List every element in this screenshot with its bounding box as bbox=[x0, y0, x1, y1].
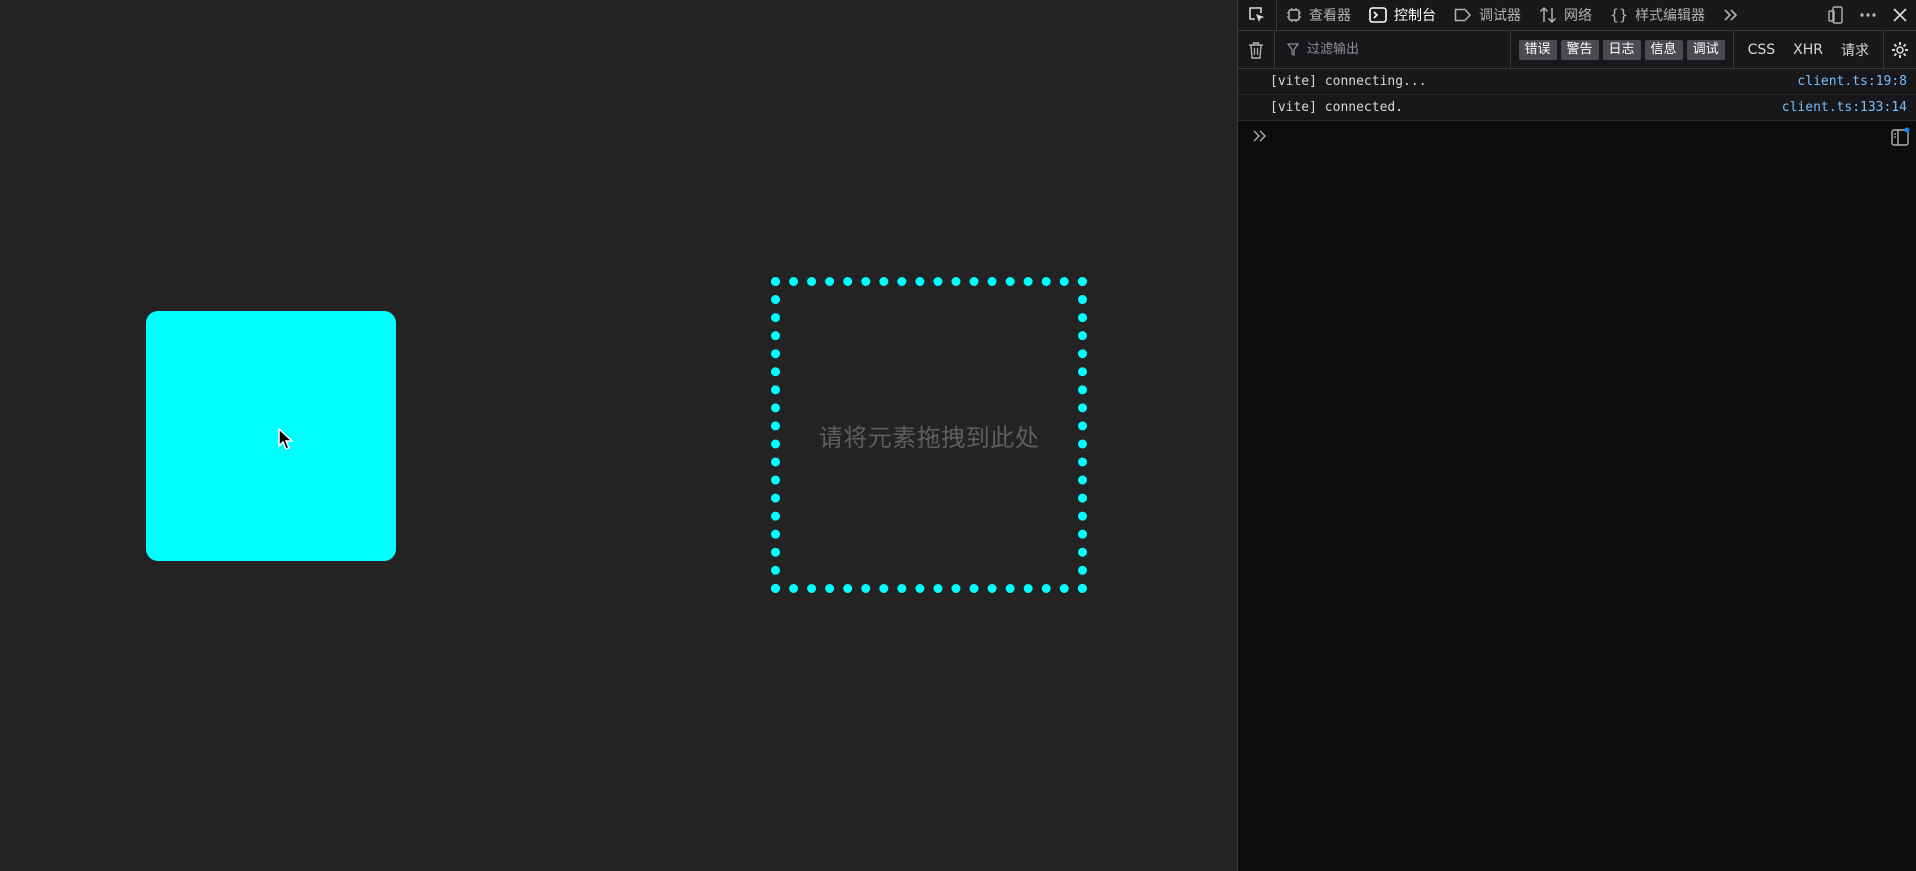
more-tabs-button[interactable] bbox=[1714, 0, 1755, 30]
tab-console-label: 控制台 bbox=[1394, 8, 1436, 24]
level-warnings-button[interactable]: 警告 bbox=[1560, 39, 1599, 60]
log-level-filters: 错误 警告 日志 信息 调试 bbox=[1509, 31, 1734, 68]
tab-inspector[interactable]: 查看器 bbox=[1277, 0, 1360, 30]
tab-style-editor[interactable]: {} 样式编辑器 bbox=[1601, 0, 1714, 30]
log-source-link[interactable]: client.ts:133:14 bbox=[1782, 100, 1907, 115]
console-input[interactable] bbox=[1276, 127, 1840, 145]
tab-debugger[interactable]: 调试器 bbox=[1445, 0, 1530, 30]
inspector-icon bbox=[1287, 8, 1301, 22]
devtools-window-controls bbox=[1820, 0, 1916, 30]
filter-xhr-button[interactable]: XHR bbox=[1793, 42, 1823, 58]
log-source-link[interactable]: client.ts:19:8 bbox=[1797, 74, 1907, 89]
tab-network-label: 网络 bbox=[1564, 8, 1592, 24]
element-picker-icon bbox=[1249, 7, 1264, 22]
close-icon bbox=[1893, 8, 1907, 22]
devtools-panel: 查看器 控制台 调试器 网络 {} 样式编辑器 过滤输出 错误 警告 日志 信息… bbox=[1237, 0, 1916, 871]
element-picker-button[interactable] bbox=[1238, 0, 1277, 30]
double-chevron-right-icon bbox=[1724, 9, 1738, 21]
style-editor-icon: {} bbox=[1610, 6, 1629, 24]
responsive-design-button[interactable] bbox=[1820, 0, 1852, 30]
console-settings-button[interactable] bbox=[1883, 31, 1916, 68]
console-icon bbox=[1369, 7, 1387, 23]
tab-debugger-label: 调试器 bbox=[1479, 8, 1521, 24]
tab-style-editor-label: 样式编辑器 bbox=[1635, 8, 1706, 24]
page-viewport: 请将元素拖拽到此处 bbox=[0, 0, 1237, 871]
devtools-tab-bar: 查看器 控制台 调试器 网络 {} 样式编辑器 bbox=[1238, 0, 1916, 31]
responsive-design-icon bbox=[1828, 6, 1843, 24]
draggable-box[interactable] bbox=[146, 311, 396, 561]
console-input-row bbox=[1238, 121, 1916, 151]
gear-icon bbox=[1892, 41, 1908, 58]
drop-zone[interactable]: 请将元素拖拽到此处 bbox=[771, 277, 1087, 593]
request-type-filters: CSS XHR 请求 bbox=[1734, 31, 1883, 68]
console-log-row: [vite] connected. client.ts:133:14 bbox=[1238, 95, 1916, 121]
trash-icon bbox=[1249, 41, 1263, 59]
log-message: [vite] connecting... bbox=[1270, 74, 1427, 89]
log-message: [vite] connected. bbox=[1270, 100, 1404, 115]
drop-zone-text: 请将元素拖拽到此处 bbox=[818, 423, 1040, 452]
editor-mode-toggle-icon[interactable] bbox=[1890, 127, 1910, 147]
console-toolbar: 错误 警告 日志 信息 调试 CSS XHR 请求 bbox=[1238, 31, 1916, 69]
prompt-chevron-icon bbox=[1253, 130, 1266, 142]
clear-console-button[interactable] bbox=[1238, 31, 1275, 68]
filter-bar bbox=[1275, 41, 1510, 58]
filter-requests-button[interactable]: 请求 bbox=[1841, 40, 1869, 60]
filter-css-button[interactable]: CSS bbox=[1748, 42, 1776, 58]
filter-input[interactable] bbox=[1305, 41, 1509, 58]
more-options-button[interactable] bbox=[1852, 0, 1884, 30]
tab-console[interactable]: 控制台 bbox=[1360, 0, 1445, 30]
close-devtools-button[interactable] bbox=[1884, 0, 1916, 30]
tab-network[interactable]: 网络 bbox=[1530, 0, 1601, 30]
more-horizontal-icon bbox=[1860, 13, 1876, 17]
level-info-button[interactable]: 信息 bbox=[1644, 39, 1683, 60]
console-log-row: [vite] connecting... client.ts:19:8 bbox=[1238, 69, 1916, 95]
level-errors-button[interactable]: 错误 bbox=[1518, 39, 1557, 60]
level-logs-button[interactable]: 日志 bbox=[1602, 39, 1641, 60]
debugger-icon bbox=[1454, 8, 1472, 22]
network-icon bbox=[1539, 7, 1557, 23]
level-debug-button[interactable]: 调试 bbox=[1686, 39, 1725, 60]
mouse-cursor-icon bbox=[278, 428, 294, 450]
filter-icon bbox=[1287, 43, 1299, 56]
tab-inspector-label: 查看器 bbox=[1309, 8, 1351, 24]
